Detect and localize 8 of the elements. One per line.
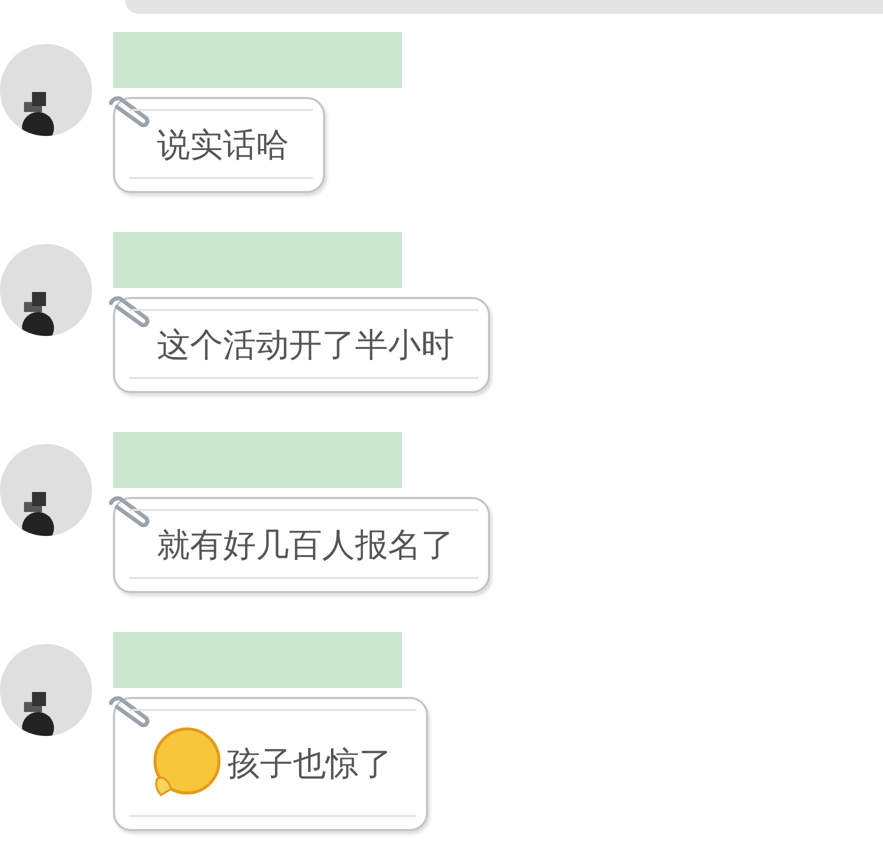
- paperclip-icon: [107, 495, 151, 529]
- message-text: 孩子也惊了: [227, 746, 392, 782]
- paperclip-icon: [107, 295, 151, 329]
- paperclip-icon: [107, 95, 151, 129]
- paperclip-icon: [107, 695, 151, 729]
- message-text: 就有好几百人报名了: [157, 527, 454, 564]
- message-text: 这个活动开了半小时: [157, 327, 454, 364]
- message-text: 说实话哈: [157, 127, 289, 164]
